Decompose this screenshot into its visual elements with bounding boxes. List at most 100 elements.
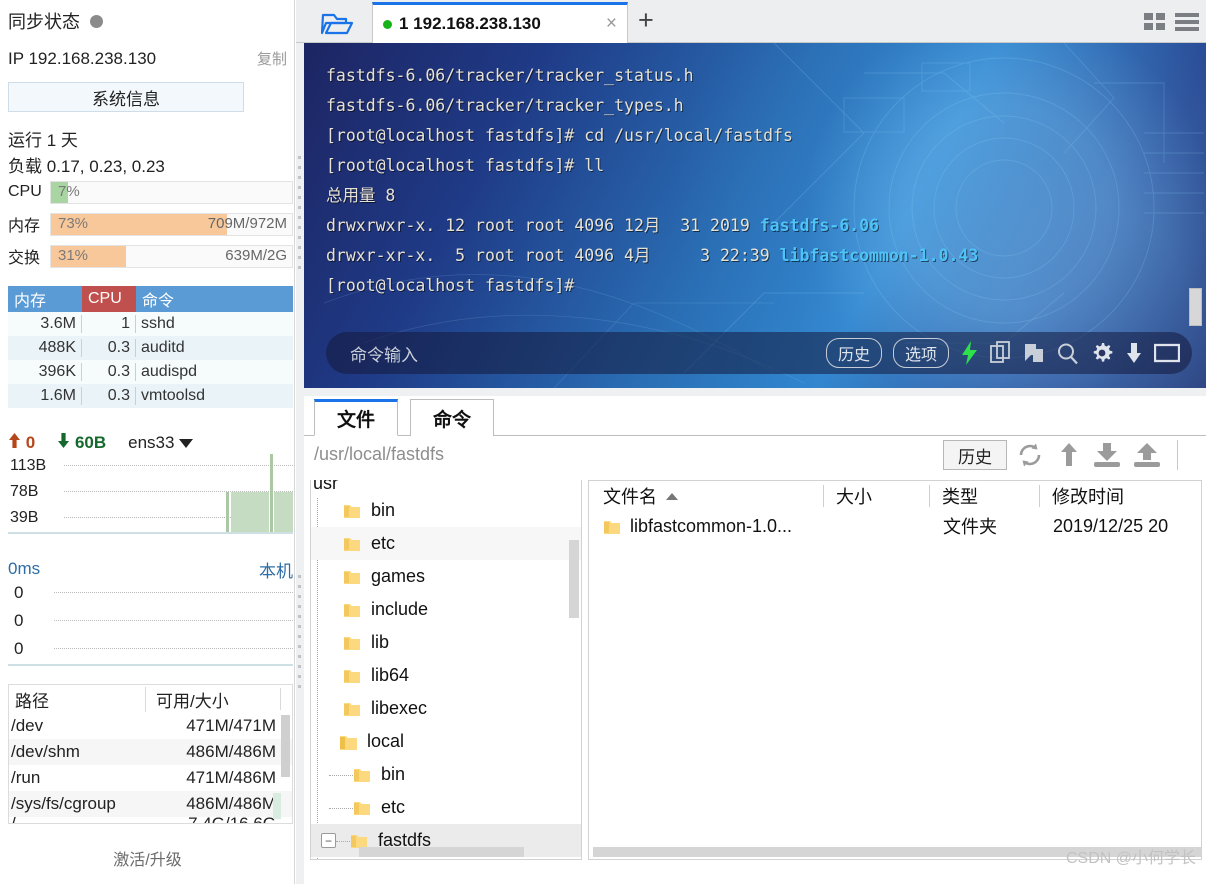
system-monitor-panel: 同步状态 IP 192.168.238.130 复制 系统信息 运行 1 天 负…	[0, 0, 295, 884]
table-row[interactable]: 1.6M 0.3 vmtoolsd	[8, 384, 293, 408]
table-row[interactable]: /dev/shm 486M/486M	[9, 739, 292, 765]
table-row[interactable]: 3.6M 1 sshd	[8, 312, 293, 336]
latency-widget: 0ms 本机 0 0 0	[8, 556, 293, 666]
tree-item-lib[interactable]: lib	[311, 626, 581, 659]
window-button[interactable]	[1154, 342, 1180, 364]
tree-item-libexec[interactable]: libexec	[311, 692, 581, 725]
process-table: 内存 CPU 命令 3.6M 1 sshd 488K 0.3 auditd 39…	[8, 286, 293, 408]
tree-item-local[interactable]: local	[311, 725, 581, 758]
down-arrow-icon	[58, 433, 70, 448]
tree-item-label: etc	[371, 533, 396, 553]
table-row[interactable]: 488K 0.3 auditd	[8, 336, 293, 360]
close-icon[interactable]: ×	[606, 13, 617, 35]
process-col-command[interactable]: 命令	[136, 286, 293, 312]
network-interface-selector[interactable]: ens33	[128, 433, 194, 453]
terminal-options-button[interactable]: 选项	[892, 338, 949, 368]
tree-horizontal-scrollbar[interactable]	[359, 847, 524, 857]
grid-layout-button[interactable]	[1143, 10, 1169, 32]
table-row[interactable]: /dev 471M/471M	[9, 713, 292, 739]
disk-col-path[interactable]: 路径	[9, 687, 145, 712]
command-input-bar[interactable]: 命令输入 历史 选项	[326, 332, 1192, 374]
settings-button[interactable]	[1090, 341, 1114, 365]
latency-host-label[interactable]: 本机	[259, 557, 293, 582]
tab-files[interactable]: 文件	[314, 399, 399, 436]
column-filename[interactable]: 文件名	[589, 485, 823, 507]
memory-meter-value: 709M/972M	[207, 214, 287, 232]
directory-tree[interactable]: usr bin etc games include lib lib64 libe…	[310, 480, 582, 860]
file-list-header: 文件名 大小 类型 修改时间	[589, 481, 1201, 511]
terminal-lines: fastdfs-6.06/tracker/tracker_status.h fa…	[326, 61, 1182, 301]
splitter-dots-icon	[298, 575, 301, 688]
table-row[interactable]: 396K 0.3 audispd	[8, 360, 293, 384]
disk-size: 7.4G/16.6G	[145, 817, 292, 823]
process-col-memory[interactable]: 内存	[8, 286, 82, 312]
swap-meter-value: 639M/2G	[225, 246, 287, 264]
duplicate-button[interactable]	[990, 341, 1012, 365]
open-folder-button[interactable]	[310, 6, 366, 39]
process-memory: 396K	[8, 363, 82, 381]
tree-item-label: bin	[371, 500, 396, 520]
tree-item-local-bin[interactable]: bin	[311, 758, 581, 791]
process-memory: 1.6M	[8, 387, 82, 405]
refresh-button[interactable]	[1017, 442, 1043, 473]
window-icon	[1154, 343, 1180, 363]
download-button[interactable]	[1093, 442, 1121, 473]
system-info-button[interactable]: 系统信息	[8, 82, 244, 112]
chevron-down-icon	[179, 439, 194, 449]
parent-directory-button[interactable]	[1057, 442, 1081, 473]
tree-root-label: usr	[313, 480, 339, 493]
vertical-splitter-lower[interactable]	[296, 400, 304, 870]
tab-commands[interactable]: 命令	[410, 399, 495, 436]
table-row[interactable]: / 7.4G/16.6G	[9, 817, 292, 823]
column-modified[interactable]: 修改时间	[1039, 485, 1201, 507]
command-input[interactable]: 命令输入	[350, 341, 418, 366]
tree-item-label: libexec	[371, 698, 428, 718]
menu-button[interactable]	[1174, 10, 1200, 32]
tree-item-lib64[interactable]: lib64	[311, 659, 581, 692]
memory-meter-row: 内存 73% 709M/972M	[8, 212, 293, 236]
tree-item-games[interactable]: games	[311, 560, 581, 593]
file-browser-tabs: 文件 命令	[304, 396, 1206, 436]
tree-item-local-etc[interactable]: etc	[311, 791, 581, 824]
tree-item-include[interactable]: include	[311, 593, 581, 626]
latency-y-label: 0	[14, 639, 24, 658]
ip-address-label: IP 192.168.238.130	[8, 49, 157, 68]
refresh-icon	[1019, 443, 1041, 467]
new-tab-button[interactable]: +	[638, 6, 654, 34]
tree-vertical-scrollbar[interactable]	[569, 540, 579, 618]
vertical-splitter[interactable]	[296, 46, 304, 386]
disk-scrollbar[interactable]	[281, 715, 290, 777]
disk-table-header: 路径 可用/大小	[9, 685, 292, 713]
disk-size: 471M/471M	[186, 716, 276, 735]
folder-icon	[353, 767, 371, 782]
process-col-cpu[interactable]: CPU	[82, 286, 136, 312]
download-button[interactable]	[1125, 341, 1143, 365]
terminal-tab[interactable]: 1 192.168.238.130 ×	[372, 2, 628, 43]
sort-ascending-icon	[666, 492, 678, 500]
disk-col-size[interactable]: 可用/大小	[145, 686, 280, 712]
tree-item-bin[interactable]: bin	[311, 494, 581, 527]
table-row[interactable]: /sys/fs/cgroup 486M/486M	[9, 791, 292, 817]
file-name-cell: libfastcommon-1.0...	[589, 516, 823, 537]
current-path-label[interactable]: /usr/local/fastdfs	[314, 444, 444, 465]
copy-ip-button[interactable]: 复制	[257, 48, 287, 69]
file-list[interactable]: 文件名 大小 类型 修改时间 libfastcommon-1.0... 文件夹 …	[588, 480, 1202, 860]
terminal-history-button[interactable]: 历史	[825, 338, 882, 368]
collapse-icon[interactable]: −	[321, 833, 336, 848]
table-row[interactable]: /run 471M/486M	[9, 765, 292, 791]
paste-button[interactable]	[1023, 341, 1045, 365]
terminal-output-area[interactable]: fastdfs-6.06/tracker/tracker_status.h fa…	[304, 43, 1206, 388]
upload-button[interactable]	[1133, 442, 1161, 473]
activate-upgrade-link[interactable]: 激活/升级	[0, 846, 295, 870]
list-item[interactable]: libfastcommon-1.0... 文件夹 2019/12/25 20	[589, 511, 1201, 541]
search-button[interactable]	[1056, 342, 1079, 365]
column-size[interactable]: 大小	[823, 485, 929, 507]
terminal-scrollbar[interactable]	[1189, 288, 1202, 326]
column-type[interactable]: 类型	[929, 485, 1039, 507]
latency-chart: 0 0 0	[8, 582, 293, 666]
duplicate-icon	[990, 341, 1010, 363]
lightning-button[interactable]	[960, 341, 979, 365]
tree-item-etc[interactable]: etc	[311, 527, 581, 560]
file-history-button[interactable]: 历史	[943, 440, 1007, 470]
terminal-line: drwxrwxr-x. 12 root root 4096 12月 31 201…	[326, 216, 879, 235]
